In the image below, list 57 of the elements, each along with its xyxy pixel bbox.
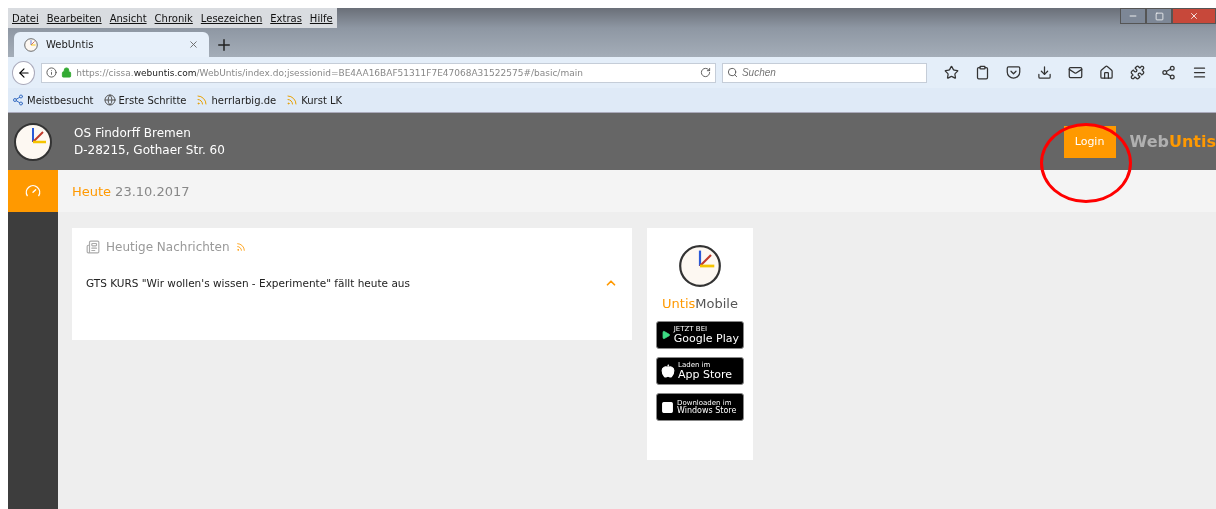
menu-item[interactable]: Bearbeiten <box>46 12 102 24</box>
tab-label: WebUntis <box>46 39 95 50</box>
star-icon[interactable] <box>943 65 959 80</box>
search-input[interactable]: Suchen <box>741 67 922 78</box>
maximize-icon <box>1154 11 1164 21</box>
close-tab-icon[interactable] <box>188 39 199 50</box>
address-field[interactable]: https://cissa.webuntis.com/WebUntis/index.do;jsessionid=BE4AA16BAF51311F7E47068A31522575#/basic/main <box>41 62 716 83</box>
back-button[interactable] <box>12 60 36 85</box>
new-tab-icon[interactable] <box>215 36 233 54</box>
apple-icon <box>661 364 675 378</box>
search-field[interactable]: Suchen <box>721 62 927 83</box>
bookmark-link[interactable]: herrlarbig.de <box>211 94 277 106</box>
back-arrow-icon <box>16 65 31 80</box>
page-date: 23.10.2017 <box>115 183 190 199</box>
maximize-button[interactable] <box>1146 8 1172 24</box>
reload-icon[interactable] <box>699 67 711 78</box>
clipboard-icon[interactable] <box>974 65 990 80</box>
clock-icon <box>24 37 38 52</box>
minimize-button[interactable] <box>1120 8 1146 24</box>
url-text: https://cissa.webuntis.com/WebUntis/index.do;jsessionid=BE4AA16BAF51311F7E47068A31522575#/basic/main <box>76 67 584 78</box>
feed-folder-icon <box>196 94 209 106</box>
menu-item[interactable]: Datei <box>12 12 39 24</box>
info-icon <box>46 67 58 78</box>
brand-logo: WebUntis <box>1129 132 1216 151</box>
clock-logo-icon <box>13 121 53 162</box>
news-message: GTS KURS "Wir wollen's wissen - Experimente" fällt heute aus <box>86 277 410 289</box>
globe-icon <box>103 94 116 106</box>
school-name: OS Findorff Bremen <box>74 126 192 140</box>
page-title: Heute <box>72 183 112 199</box>
menu-item[interactable]: Extras <box>270 12 302 24</box>
bookmark-link[interactable]: Erste Schritte <box>118 94 187 106</box>
clock-logo-icon <box>678 244 722 288</box>
lock-icon <box>61 67 73 78</box>
close-icon <box>1189 11 1199 21</box>
feed-folder-icon <box>286 94 299 106</box>
network-icon[interactable] <box>1160 65 1176 80</box>
windows-store-icon <box>661 400 674 414</box>
menu-item[interactable]: Chronik <box>154 12 193 24</box>
school-address: D-28215, Gothaer Str. 60 <box>74 143 226 157</box>
mail-icon[interactable] <box>1067 65 1083 80</box>
home-icon[interactable] <box>1098 65 1114 80</box>
mobile-brand: UntisMobile <box>662 296 738 311</box>
dashboard-icon <box>25 183 41 199</box>
puzzle-icon[interactable] <box>1129 65 1145 80</box>
bookmark-link[interactable]: Meistbesucht <box>27 94 94 106</box>
play-icon <box>661 328 671 342</box>
browser-tab[interactable]: WebUntis <box>14 32 209 57</box>
news-title: Heutige Nachrichten <box>106 240 230 254</box>
news-icon <box>86 240 100 254</box>
pocket-icon[interactable] <box>1005 65 1021 80</box>
menu-icon[interactable] <box>1191 65 1207 80</box>
bookmark-link[interactable]: Kurst LK <box>301 94 343 106</box>
menu-item[interactable]: Ansicht <box>109 12 147 24</box>
menu-item[interactable]: Hilfe <box>309 12 333 24</box>
download-icon[interactable] <box>1036 65 1052 80</box>
search-icon <box>726 67 738 78</box>
menu-item[interactable]: Lesezeichen <box>200 12 263 24</box>
